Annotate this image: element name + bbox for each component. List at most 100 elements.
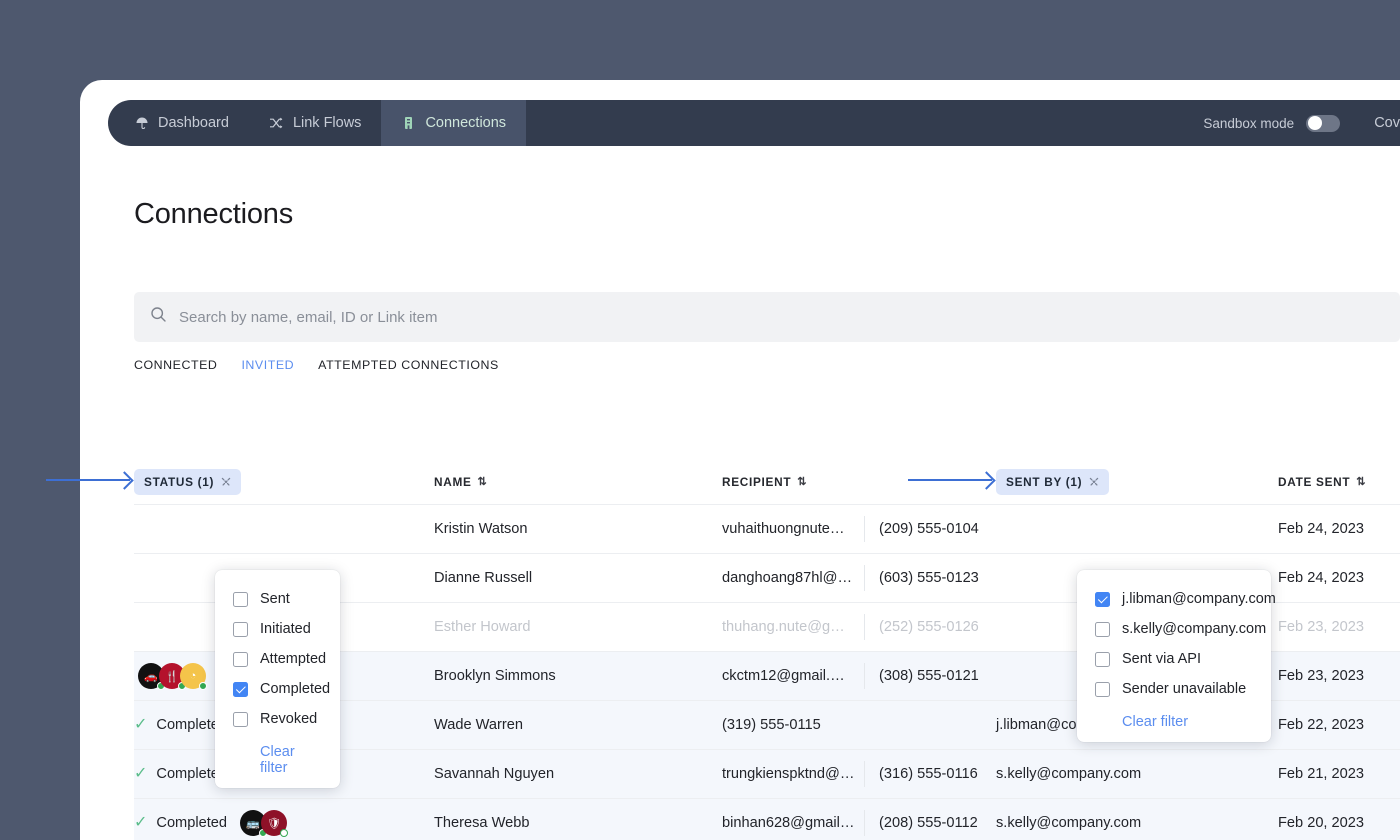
cell-date-sent: Feb 20, 2023	[1278, 815, 1365, 831]
nav-item-link-flows[interactable]: Link Flows	[249, 100, 382, 146]
sandbox-mode-toggle[interactable]	[1306, 114, 1341, 132]
annotation-arrow-status	[46, 479, 130, 481]
sent-by-filter-option-label: Sent via API	[1122, 651, 1201, 667]
nav-item-truncated-label[interactable]: Cov	[1352, 115, 1400, 131]
sort-icon[interactable]: ⇅	[1356, 476, 1366, 488]
recipient-phone: (319) 555-0115	[722, 717, 821, 733]
checkbox-icon[interactable]	[233, 711, 248, 727]
recipient-phone: (308) 555-0121	[879, 668, 979, 684]
recipient-email: binhan628@gmail…	[722, 815, 855, 831]
top-navigation-bar: Dashboard Link Flows Connections Sandbox…	[108, 100, 1400, 146]
status-filter-option[interactable]: Revoked	[215, 704, 340, 734]
recipient-email: thuhang.nute@g…	[722, 619, 845, 635]
nav-item-connections[interactable]: Connections	[381, 100, 527, 146]
status-filter-option-label: Attempted	[260, 651, 327, 667]
sent-by-filter-option[interactable]: s.kelly@company.com	[1077, 614, 1271, 644]
nav-right-group: Sandbox mode Cov	[1203, 100, 1400, 146]
status-filter-pill[interactable]: STATUS (1)	[134, 469, 242, 495]
recipient-email: danghoang87hl@…	[722, 570, 853, 586]
institution-avatar-group[interactable]: 🚌 🛡	[239, 810, 288, 837]
cell-recipient: thuhang.nute@g… (252) 555-0126	[722, 603, 996, 651]
table-header-row: STATUS (1) NAME ⇅ RECIPIENT ⇅ SENT BY (1…	[134, 460, 1400, 504]
nav-item-dashboard-label: Dashboard	[158, 115, 229, 131]
tab-invited[interactable]: INVITED	[241, 348, 294, 382]
status-clear-filter-button[interactable]: Clear filter	[215, 734, 340, 778]
cell-status: ✓ Completed 🚌 🛡	[134, 799, 434, 840]
sent-by-filter-option[interactable]: Sent via API	[1077, 644, 1271, 674]
cell-name: Kristin Watson	[434, 521, 528, 537]
sent-by-filter-dropdown: j.libman@company.com s.kelly@company.com S…	[1077, 570, 1276, 742]
sent-by-clear-filter-button[interactable]: Clear filter	[1077, 704, 1271, 732]
status-filter-pill-label: STATUS (1)	[144, 475, 215, 489]
status-filter-option[interactable]: Attempted	[215, 644, 340, 674]
tab-connected[interactable]: CONNECTED	[134, 348, 217, 382]
nav-item-link-flows-label: Link Flows	[292, 115, 362, 131]
umbrella-icon	[134, 116, 149, 131]
recipient-email: vuhaithuongnute…	[722, 521, 845, 537]
recipient-phone: (209) 555-0104	[879, 521, 979, 537]
checkbox-icon[interactable]	[233, 651, 248, 667]
tab-attempted-connections[interactable]: ATTEMPTED CONNECTIONS	[318, 348, 499, 382]
cell-date-sent: Feb 23, 2023	[1278, 668, 1365, 684]
cell-recipient: danghoang87hl@… (603) 555-0123	[722, 554, 996, 602]
institution-avatar-group[interactable]: 🚗 🍴 ◔	[138, 663, 207, 690]
cell-recipient: trungkienspktnd@… (316) 555-0116	[722, 750, 996, 798]
sent-by-filter-option-label: j.libman@company.com	[1122, 591, 1276, 607]
close-icon[interactable]	[221, 477, 231, 487]
cell-name: Esther Howard	[434, 619, 531, 635]
cell-recipient: vuhaithuongnute… (209) 555-0104	[722, 505, 996, 553]
divider	[864, 810, 865, 836]
divider	[864, 565, 865, 591]
sort-icon[interactable]: ⇅	[797, 476, 807, 488]
sandbox-mode-label: Sandbox mode	[1203, 115, 1295, 131]
checkbox-icon[interactable]	[1095, 681, 1110, 697]
header-name[interactable]: NAME ⇅	[434, 475, 722, 489]
checkbox-icon[interactable]	[233, 591, 248, 607]
divider	[864, 663, 865, 689]
checkbox-icon[interactable]	[1095, 621, 1110, 637]
cell-sent-by: s.kelly@company.com	[996, 815, 1142, 831]
institution-avatar[interactable]: ◔	[180, 663, 207, 690]
recipient-phone: (252) 555-0126	[879, 619, 979, 635]
sent-by-filter-option[interactable]: j.libman@company.com	[1077, 584, 1276, 614]
recipient-phone: (316) 555-0116	[879, 766, 978, 782]
cell-name: Wade Warren	[434, 717, 523, 733]
recipient-phone: (603) 555-0123	[879, 570, 979, 586]
checkbox-checked-icon[interactable]	[233, 681, 248, 697]
header-status: STATUS (1)	[134, 469, 434, 495]
status-filter-option[interactable]: Sent	[215, 584, 340, 614]
cell-recipient: ckctm12@gmail.… (308) 555-0121	[722, 652, 996, 700]
sent-by-filter-option[interactable]: Sender unavailable	[1077, 674, 1271, 704]
header-recipient[interactable]: RECIPIENT ⇅	[722, 475, 996, 489]
cell-sent-by	[996, 505, 1278, 553]
sent-by-filter-pill[interactable]: SENT BY (1)	[996, 469, 1110, 495]
cell-date-sent: Feb 22, 2023	[1278, 717, 1365, 733]
institution-avatar[interactable]: 🛡	[260, 810, 288, 837]
annotation-arrow-sentby	[908, 479, 992, 481]
header-date-sent[interactable]: DATE SENT ⇅	[1278, 475, 1400, 489]
search-input[interactable]: Search by name, email, ID or Link item	[134, 292, 1400, 342]
status-filter-dropdown: Sent Initiated Attempted Completed Revoked C…	[215, 570, 340, 788]
sent-by-filter-pill-label: SENT BY (1)	[1006, 475, 1083, 489]
status-dot	[279, 829, 288, 837]
building-icon	[401, 116, 416, 131]
checkbox-checked-icon[interactable]	[1095, 591, 1110, 607]
tab-bar: CONNECTED INVITED ATTEMPTED CONNECTIONS	[134, 348, 499, 382]
page-title: Connections	[134, 198, 294, 230]
table-row[interactable]: Kristin Watson vuhaithuongnute… (209) 555-…	[134, 504, 1400, 553]
header-recipient-label: RECIPIENT	[722, 475, 792, 489]
cell-status	[134, 505, 434, 553]
status-filter-option[interactable]: Initiated	[215, 614, 340, 644]
table-row[interactable]: ✓ Completed 🚌 🛡 Theresa Webb binhan628@gmail……	[134, 798, 1400, 840]
close-icon[interactable]	[1089, 477, 1099, 487]
nav-item-dashboard[interactable]: Dashboard	[108, 100, 249, 146]
sort-icon[interactable]: ⇅	[478, 476, 488, 488]
header-sent-by: SENT BY (1)	[996, 469, 1278, 495]
divider	[864, 614, 865, 640]
checkbox-icon[interactable]	[1095, 651, 1110, 667]
cell-recipient: binhan628@gmail… (208) 555-0112	[722, 799, 996, 840]
status-filter-option[interactable]: Completed	[215, 674, 340, 704]
cell-name: Dianne Russell	[434, 570, 533, 586]
checkbox-icon[interactable]	[233, 621, 248, 637]
toggle-knob	[1307, 116, 1322, 130]
